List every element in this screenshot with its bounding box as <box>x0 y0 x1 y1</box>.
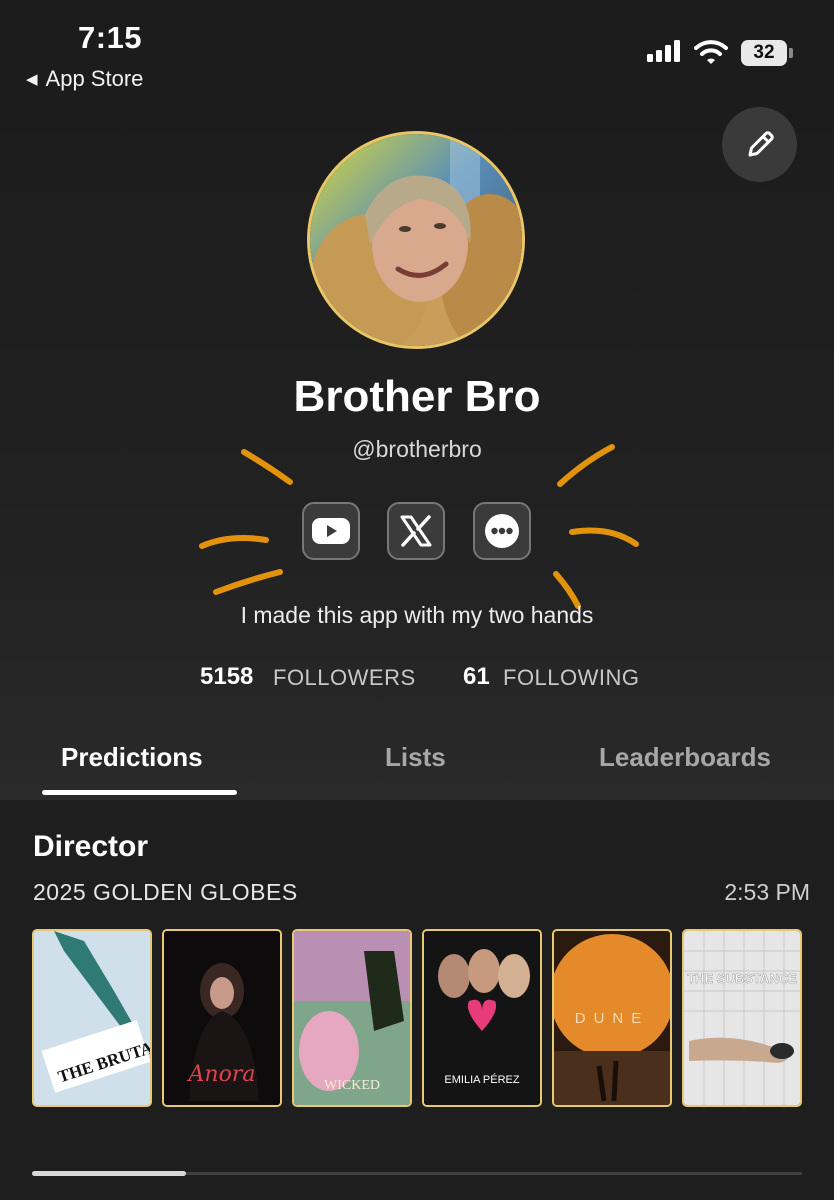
poster-title-dune: DUNE <box>575 1010 650 1027</box>
threads-icon <box>485 514 519 548</box>
active-tab-indicator <box>42 790 237 795</box>
following-label[interactable]: FOLLOWING <box>503 665 640 691</box>
poster-anora[interactable]: Anora <box>162 929 282 1107</box>
prediction-category-title[interactable]: Director <box>33 830 148 864</box>
poster-the-brutalist[interactable]: THE BRUTALIST <box>32 929 152 1107</box>
tab-leaderboards[interactable]: Leaderboards <box>599 742 771 773</box>
poster-title-anora: Anora <box>187 1062 256 1087</box>
following-count[interactable]: 61 <box>463 663 490 691</box>
poster-the-substance[interactable]: THE SUBSTANCE <box>682 929 802 1107</box>
poster-title-emilia-perez: EMILIA PÉREZ <box>444 1073 519 1086</box>
youtube-icon <box>312 518 350 544</box>
tab-predictions[interactable]: Predictions <box>61 742 203 773</box>
x-icon <box>400 515 432 547</box>
x-link-button[interactable] <box>387 502 445 560</box>
tab-lists[interactable]: Lists <box>385 742 446 773</box>
posters-scroll-thumb[interactable] <box>32 1171 186 1176</box>
threads-link-button[interactable] <box>473 502 531 560</box>
followers-label[interactable]: FOLLOWERS <box>273 665 416 691</box>
profile-bio: I made this app with my two hands <box>240 602 594 628</box>
poster-title-the-substance: THE SUBSTANCE <box>687 971 797 986</box>
poster-emilia-perez[interactable]: EMILIA PÉREZ <box>422 929 542 1107</box>
poster-title-wicked: WICKED <box>324 1078 380 1093</box>
prediction-event-name: 2025 GOLDEN GLOBES <box>33 879 298 905</box>
poster-wicked[interactable]: WICKED <box>292 929 412 1107</box>
prediction-timestamp: 2:53 PM <box>724 879 810 905</box>
followers-count[interactable]: 5158 <box>200 663 253 691</box>
youtube-link-button[interactable] <box>302 502 360 560</box>
poster-dune[interactable]: DUNE <box>552 929 672 1107</box>
